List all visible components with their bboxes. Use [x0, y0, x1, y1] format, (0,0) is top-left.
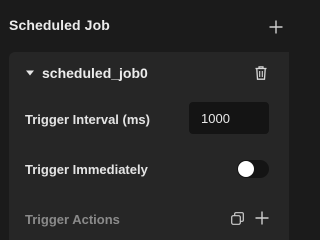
- trigger-immediately-label: Trigger Immediately: [25, 162, 148, 177]
- plus-icon: [255, 211, 269, 225]
- job-card: scheduled_job0 Trigger Interval (ms) Tri…: [9, 52, 289, 240]
- plus-icon: [269, 20, 283, 34]
- section-title: Scheduled Job: [9, 17, 110, 33]
- trash-icon: [255, 66, 267, 80]
- copy-actions-button[interactable]: [229, 210, 245, 226]
- trigger-interval-label: Trigger Interval (ms): [25, 112, 150, 127]
- trigger-immediately-toggle[interactable]: [237, 160, 269, 178]
- add-trigger-action-button[interactable]: [253, 209, 271, 227]
- copy-icon: [230, 211, 244, 225]
- section-header: Scheduled Job: [0, 0, 289, 52]
- job-name: scheduled_job0: [42, 65, 148, 81]
- delete-job-button[interactable]: [252, 63, 270, 83]
- add-job-button[interactable]: [266, 17, 286, 37]
- trigger-interval-input[interactable]: [189, 102, 269, 134]
- job-row[interactable]: scheduled_job0: [9, 52, 289, 94]
- caret-down-icon[interactable]: [25, 69, 35, 77]
- scheduled-job-panel: Scheduled Job scheduled_job0 Trigger Int…: [0, 0, 289, 240]
- toggle-knob: [238, 161, 254, 177]
- trigger-actions-label: Trigger Actions: [25, 212, 120, 227]
